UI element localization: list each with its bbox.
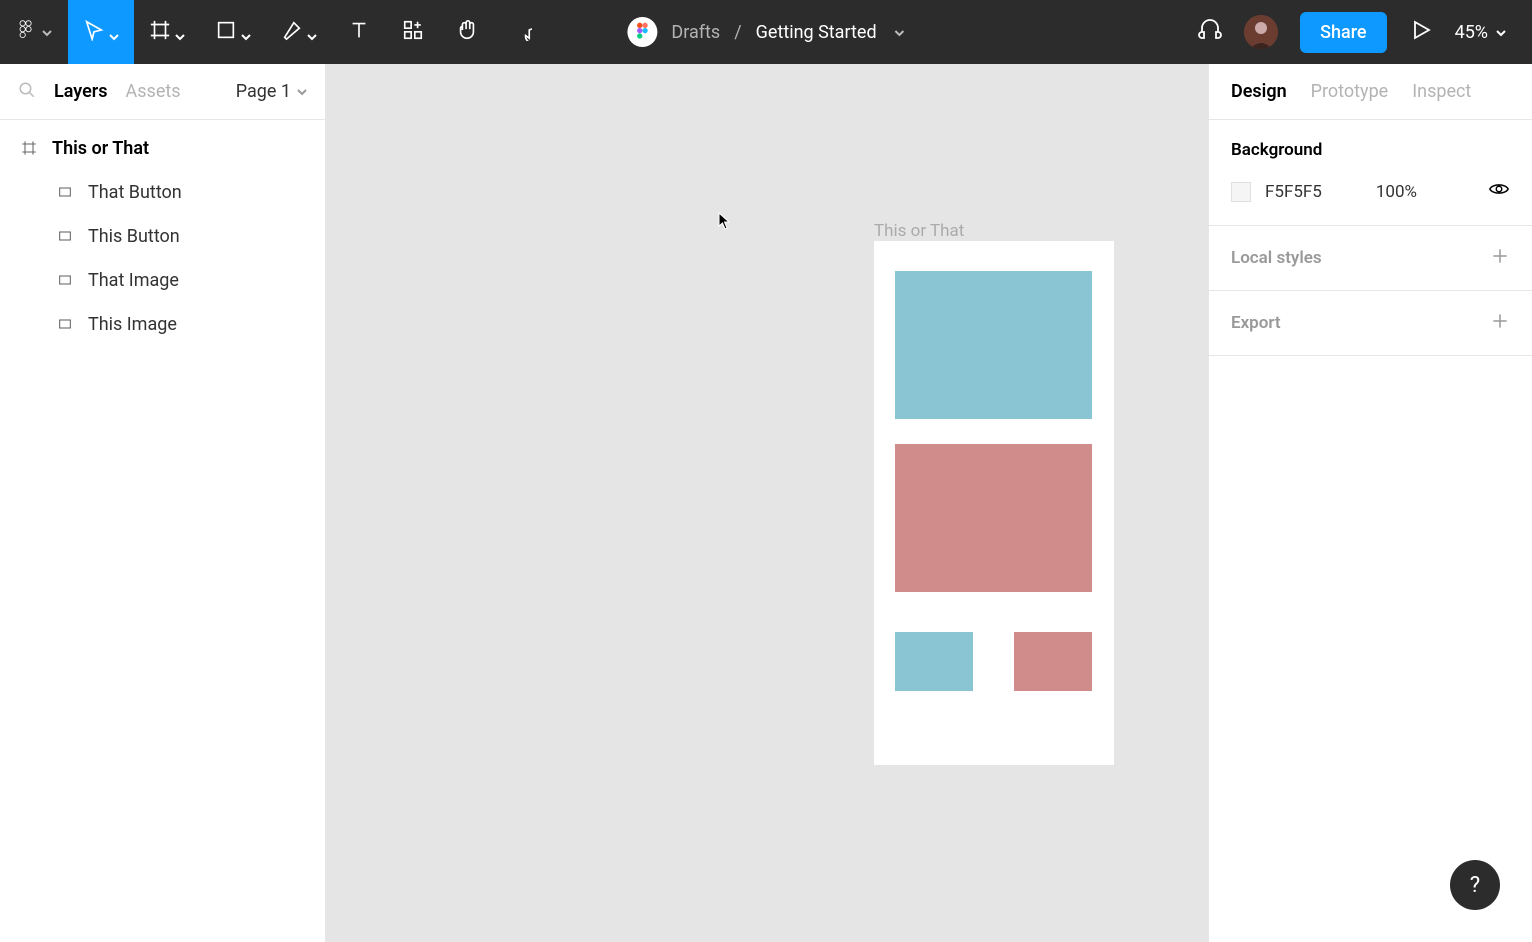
rectangle-icon (56, 227, 74, 245)
layer-tree: This or That That Button This Button Tha… (0, 120, 325, 346)
hand-tool[interactable] (440, 0, 494, 64)
move-tool-icon (83, 19, 105, 45)
tab-design[interactable]: Design (1231, 81, 1287, 102)
zoom-value: 45% (1455, 22, 1488, 43)
main-menu-button[interactable] (0, 0, 68, 64)
search-icon[interactable] (18, 81, 36, 103)
figma-file-icon (627, 17, 657, 47)
chevron-down-icon (109, 27, 119, 37)
layer-item[interactable]: That Image (0, 258, 325, 302)
tab-prototype[interactable]: Prototype (1311, 81, 1389, 102)
chevron-down-icon (307, 27, 317, 37)
section-title: Local styles (1231, 248, 1322, 268)
chevron-down-icon[interactable] (895, 22, 905, 43)
layer-item[interactable]: This Button (0, 214, 325, 258)
layer-label: This or That (52, 138, 149, 159)
resources-icon (402, 19, 424, 45)
pen-tool[interactable] (266, 0, 332, 64)
chevron-down-icon (241, 27, 251, 37)
breadcrumb-parent[interactable]: Drafts (671, 22, 720, 43)
visibility-toggle[interactable] (1488, 178, 1510, 205)
move-tool[interactable] (68, 0, 134, 64)
zoom-control[interactable]: 45% (1455, 22, 1506, 43)
chevron-down-icon (1496, 22, 1506, 43)
help-button[interactable]: ? (1450, 860, 1500, 910)
audio-icon[interactable] (1198, 18, 1222, 46)
frame-tool[interactable] (134, 0, 200, 64)
right-panel: Design Prototype Inspect Background F5F5… (1208, 64, 1532, 942)
rectangle-icon (56, 315, 74, 333)
user-avatar[interactable] (1244, 15, 1278, 49)
layer-frame[interactable]: This or That (0, 126, 325, 170)
shape-tool[interactable] (200, 0, 266, 64)
export-section[interactable]: Export (1209, 291, 1532, 356)
background-section: Background F5F5F5 100% (1209, 120, 1532, 226)
background-row[interactable]: F5F5F5 100% (1231, 178, 1510, 205)
text-tool[interactable] (332, 0, 386, 64)
color-swatch[interactable] (1231, 182, 1251, 202)
comment-tool[interactable] (494, 0, 548, 64)
local-styles-section[interactable]: Local styles (1209, 226, 1532, 291)
top-toolbar: Drafts / Getting Started Share 45% (0, 0, 1532, 64)
background-opacity[interactable]: 100% (1376, 182, 1417, 202)
help-label: ? (1470, 873, 1480, 898)
canvas-frame-label[interactable]: This or That (874, 221, 964, 241)
share-button[interactable]: Share (1300, 12, 1386, 53)
layer-item[interactable]: That Button (0, 170, 325, 214)
chevron-down-icon (175, 27, 185, 37)
toolbar-right: Share 45% (1198, 12, 1532, 53)
breadcrumb-file-name[interactable]: Getting Started (756, 22, 877, 43)
frame-tool-icon (149, 19, 171, 45)
right-panel-tabs: Design Prototype Inspect (1209, 64, 1532, 120)
tab-layers[interactable]: Layers (54, 81, 108, 102)
pen-tool-icon (281, 19, 303, 45)
page-name: Page 1 (236, 81, 291, 102)
rectangle-icon (56, 183, 74, 201)
section-title: Export (1231, 313, 1281, 333)
cursor-icon (718, 212, 730, 230)
layer-label: This Button (88, 226, 180, 247)
file-breadcrumb[interactable]: Drafts / Getting Started (627, 17, 904, 47)
text-tool-icon (348, 19, 370, 45)
comment-icon (510, 19, 532, 45)
layer-item[interactable]: This Image (0, 302, 325, 346)
canvas-frame[interactable] (874, 241, 1114, 765)
main-area: Layers Assets Page 1 This or That That B… (0, 64, 1532, 942)
frame-icon (20, 139, 38, 157)
left-panel-header: Layers Assets Page 1 (0, 64, 325, 120)
layer-label: That Image (88, 270, 179, 291)
section-title: Background (1231, 140, 1510, 160)
page-selector[interactable]: Page 1 (236, 81, 307, 102)
left-panel: Layers Assets Page 1 This or That That B… (0, 64, 326, 942)
figma-logo-icon (16, 16, 36, 48)
rectangle-icon (215, 19, 237, 45)
breadcrumb-separator: / (734, 22, 741, 43)
resources-tool[interactable] (386, 0, 440, 64)
plus-icon[interactable] (1490, 311, 1510, 335)
rectangle-icon (56, 271, 74, 289)
present-button[interactable] (1409, 18, 1433, 46)
tab-assets[interactable]: Assets (126, 81, 181, 102)
tab-inspect[interactable]: Inspect (1412, 81, 1471, 102)
canvas[interactable]: This or That (326, 64, 1208, 942)
hand-tool-icon (456, 19, 478, 45)
layer-label: This Image (88, 314, 177, 335)
chevron-down-icon (42, 23, 52, 42)
canvas-that-button[interactable] (1014, 632, 1092, 691)
canvas-this-button[interactable] (895, 632, 973, 691)
plus-icon[interactable] (1490, 246, 1510, 270)
background-hex[interactable]: F5F5F5 (1265, 182, 1322, 202)
canvas-this-image[interactable] (895, 271, 1092, 419)
canvas-that-image[interactable] (895, 444, 1092, 592)
layer-label: That Button (88, 182, 182, 203)
chevron-down-icon (297, 81, 307, 102)
